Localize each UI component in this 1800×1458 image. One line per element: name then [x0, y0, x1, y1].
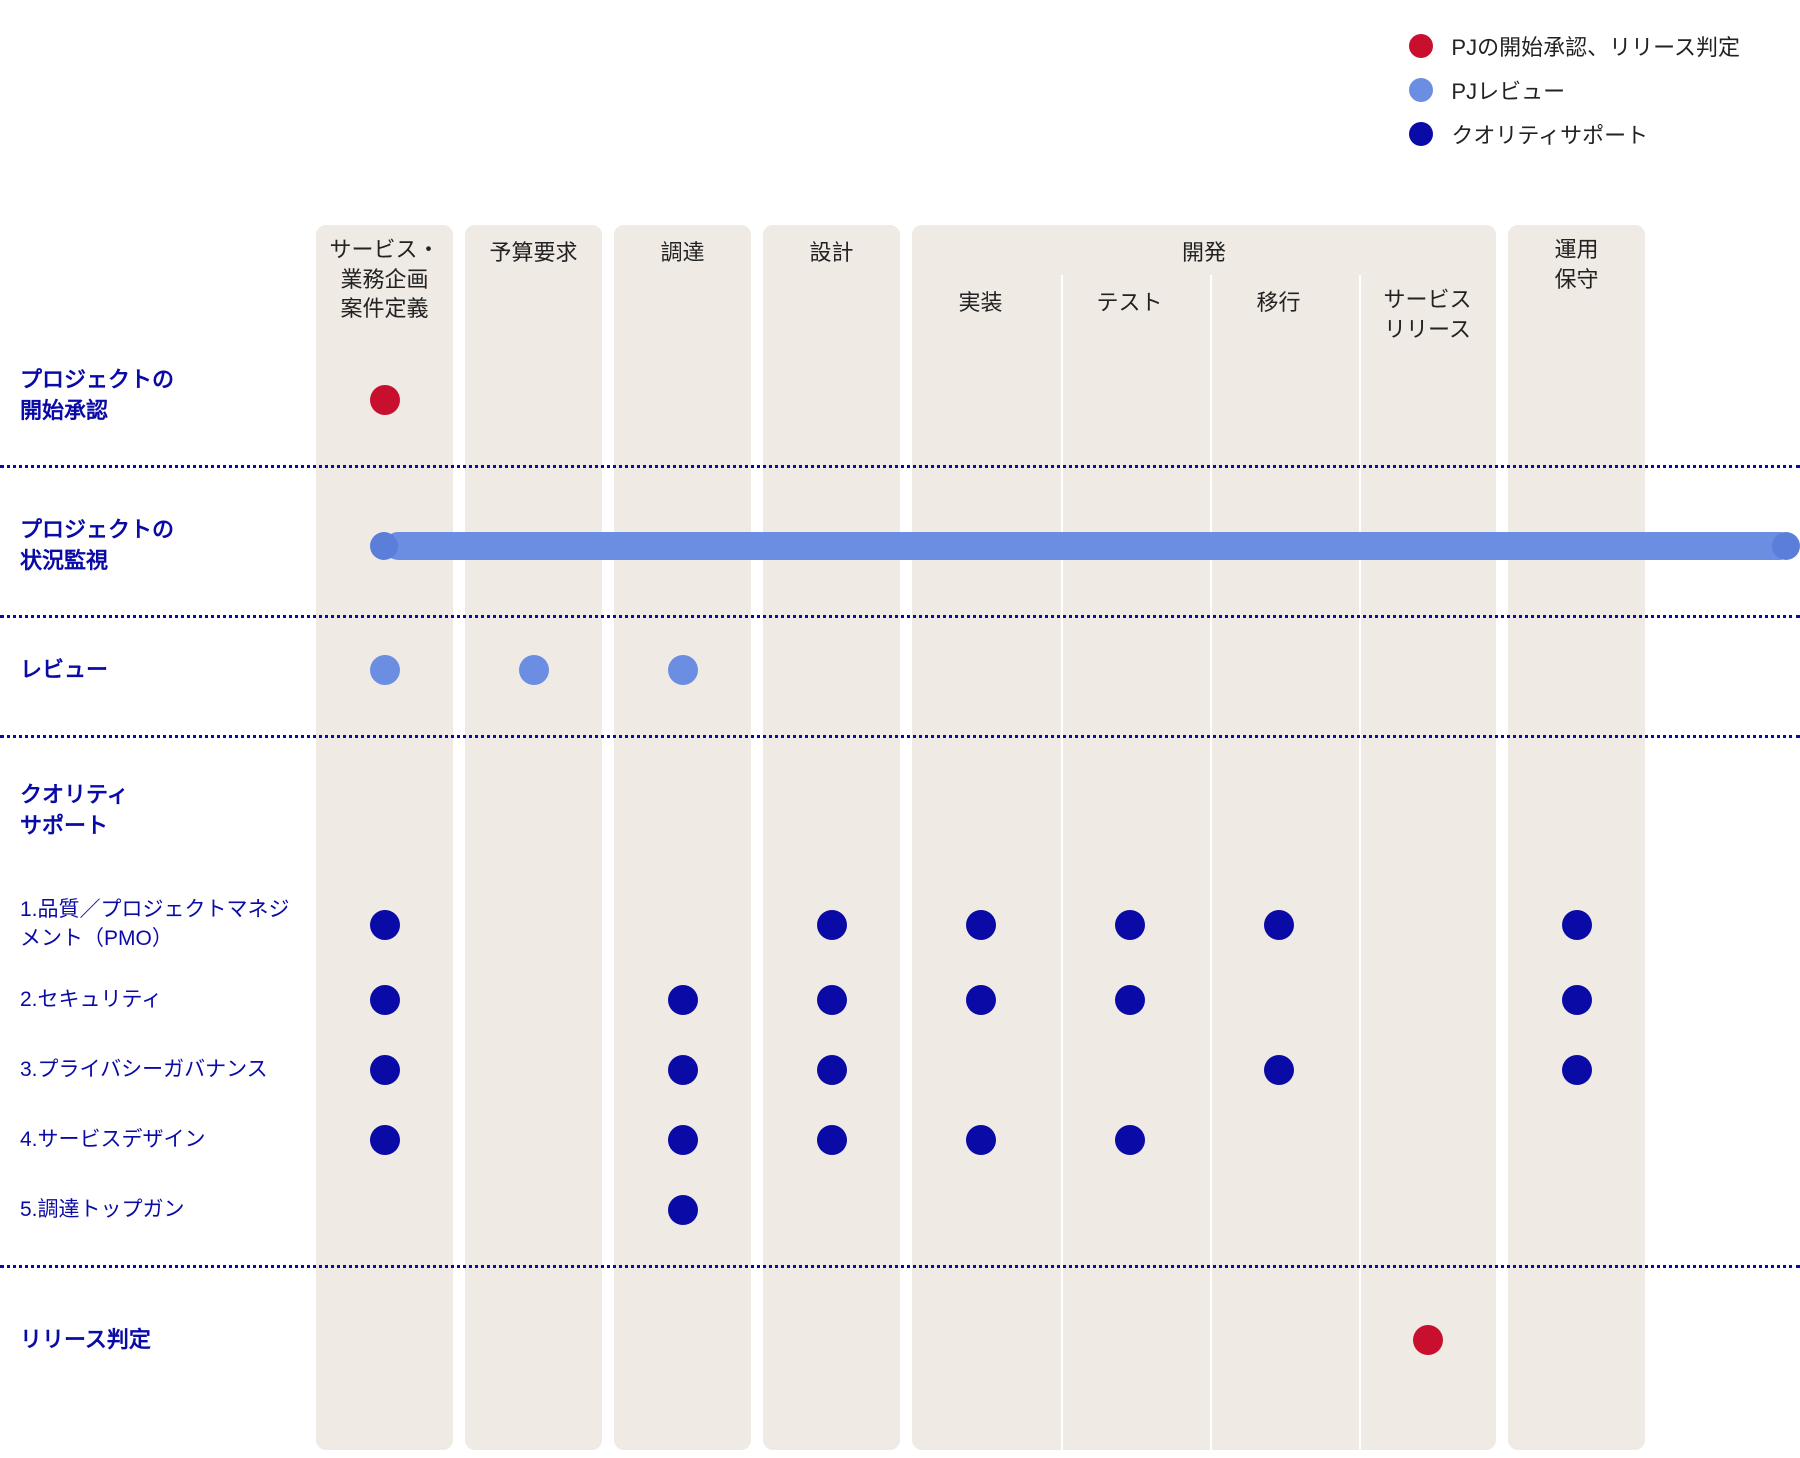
phase-header-design: 設計 — [757, 235, 906, 267]
data-dot — [817, 985, 847, 1015]
data-dot — [966, 985, 996, 1015]
data-dot — [966, 910, 996, 940]
dev-divider — [1210, 275, 1212, 1450]
row-label-q1: 1.品質／プロジェクトマネジメント（PMO） — [20, 895, 300, 954]
data-dot — [370, 985, 400, 1015]
legend-item: クオリティサポート — [1409, 118, 1740, 150]
row-divider — [0, 615, 1800, 618]
data-dot — [370, 910, 400, 940]
data-dot — [668, 1055, 698, 1085]
phase-header-planning: サービス・業務企画案件定義 — [310, 235, 459, 324]
subphase-header-release: サービスリリース — [1353, 285, 1502, 344]
data-dot — [668, 1195, 698, 1225]
row-divider — [0, 1265, 1800, 1268]
data-dot — [1115, 1125, 1145, 1155]
data-dot — [1115, 985, 1145, 1015]
monitoring-bar — [384, 532, 1794, 560]
data-dot — [966, 1125, 996, 1155]
phase-header-procurement: 調達 — [608, 235, 757, 267]
row-label-q3: 3.プライバシーガバナンス — [20, 1055, 300, 1084]
data-dot — [817, 1125, 847, 1155]
data-dot — [1562, 1055, 1592, 1085]
legend-dot-light-icon — [1409, 78, 1433, 102]
row-label-quality-header: クオリティサポート — [20, 780, 300, 842]
data-dot — [817, 1055, 847, 1085]
row-divider — [0, 735, 1800, 738]
data-dot — [370, 385, 400, 415]
subphase-header-test: テスト — [1055, 285, 1204, 317]
data-dot — [817, 910, 847, 940]
phase-header-budget: 予算要求 — [459, 235, 608, 267]
dev-divider — [1061, 275, 1063, 1450]
subphase-header-impl: 実装 — [906, 285, 1055, 317]
subphase-header-migration: 移行 — [1204, 285, 1353, 317]
legend: PJの開始承認、リリース判定 PJレビュー クオリティサポート — [1409, 30, 1740, 162]
data-dot — [1562, 985, 1592, 1015]
data-dot — [668, 985, 698, 1015]
data-dot — [1562, 910, 1592, 940]
legend-dot-dark-icon — [1409, 122, 1433, 146]
monitoring-bar-end-icon — [1772, 532, 1800, 560]
legend-dot-red-icon — [1409, 34, 1433, 58]
phase-header-development: 開発 — [912, 235, 1496, 267]
data-dot — [1115, 910, 1145, 940]
row-label-review: レビュー — [20, 655, 300, 686]
legend-label: PJレビュー — [1451, 74, 1565, 106]
phase-header-ops: 運用保守 — [1502, 235, 1651, 294]
row-divider — [0, 465, 1800, 468]
dev-divider — [1359, 275, 1361, 1450]
data-dot — [519, 655, 549, 685]
legend-item: PJの開始承認、リリース判定 — [1409, 30, 1740, 62]
row-label-monitoring: プロジェクトの状況監視 — [20, 515, 300, 577]
legend-label: クオリティサポート — [1451, 118, 1648, 150]
data-dot — [668, 1125, 698, 1155]
row-label-q2: 2.セキュリティ — [20, 985, 300, 1014]
data-dot — [370, 1055, 400, 1085]
row-label-release-decision: リリース判定 — [20, 1325, 300, 1356]
row-label-start-approval: プロジェクトの開始承認 — [20, 365, 300, 427]
data-dot — [1413, 1325, 1443, 1355]
monitoring-bar-start-icon — [370, 532, 398, 560]
legend-item: PJレビュー — [1409, 74, 1740, 106]
row-label-q4: 4.サービスデザイン — [20, 1125, 300, 1154]
data-dot — [370, 655, 400, 685]
data-dot — [370, 1125, 400, 1155]
row-label-q5: 5.調達トップガン — [20, 1195, 300, 1224]
data-dot — [668, 655, 698, 685]
data-dot — [1264, 1055, 1294, 1085]
legend-label: PJの開始承認、リリース判定 — [1451, 30, 1740, 62]
data-dot — [1264, 910, 1294, 940]
